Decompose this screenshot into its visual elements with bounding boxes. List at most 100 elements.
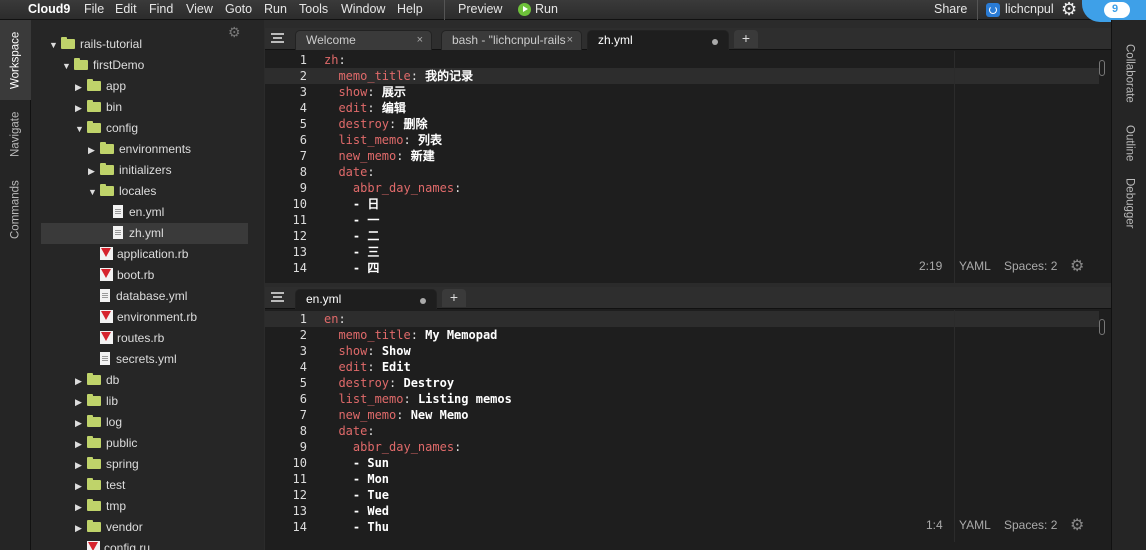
code-editor-en[interactable]: en: memo_title: My Memopad show: Show ed… [318,310,1099,542]
code-line[interactable]: - 三 [324,244,379,260]
unsaved-dot-icon[interactable] [420,298,426,304]
code-line[interactable]: show: Show [324,343,410,359]
code-line[interactable]: new_memo: 新建 [324,148,434,164]
code-line[interactable]: date: [324,164,374,180]
code-line[interactable]: edit: Edit [324,359,410,375]
tree-item[interactable]: zh.yml [41,223,248,244]
tree-item[interactable]: database.yml [88,286,187,307]
tab-menu-icon[interactable] [271,292,284,302]
tree-item[interactable]: ▼ firstDemo [62,55,144,76]
code-line[interactable]: edit: 编辑 [324,100,405,116]
indent-setting[interactable]: Spaces: 2 [1004,259,1057,273]
tree-item[interactable]: ▶ public [75,433,137,454]
caret-right-icon[interactable]: ▶ [75,371,87,392]
tree-item[interactable]: ▼ rails-tutorial [49,34,142,55]
caret-right-icon[interactable]: ▶ [75,392,87,413]
menu-run[interactable]: Run [264,2,287,16]
code-line[interactable]: - 日 [324,196,379,212]
code-line[interactable]: date: [324,423,374,439]
tree-item[interactable]: ▶ test [75,475,125,496]
tab-bash-terminal[interactable]: bash - "lichcnpul-rails × [441,30,582,50]
caret-right-icon[interactable]: ▶ [75,476,87,497]
code-line[interactable]: destroy: Destroy [324,375,454,391]
run-button[interactable]: Run [535,2,558,16]
tab-collaborate[interactable]: Collaborate [1112,28,1146,118]
menu-file[interactable]: File [84,2,104,16]
tree-item[interactable]: ▶ tmp [75,496,126,517]
code-line[interactable]: - 四 [324,260,379,276]
code-editor-zh[interactable]: zh: memo_title: 我的记录 show: 展示 edit: 编辑 d… [318,51,1099,283]
code-line[interactable]: memo_title: My Memopad [324,327,497,343]
syntax-mode[interactable]: YAML [959,259,991,273]
code-line[interactable]: zh: [324,52,346,68]
tab-en-yml[interactable]: en.yml [295,289,437,309]
editor-settings-gear-icon[interactable]: ⚙ [1070,256,1084,276]
cursor-position[interactable]: 1:4 [926,518,943,532]
syntax-mode[interactable]: YAML [959,518,991,532]
tree-item[interactable]: ▼ locales [88,181,156,202]
tree-item[interactable]: ▶ vendor [75,517,143,538]
caret-right-icon[interactable]: ▶ [75,497,87,518]
code-line[interactable]: list_memo: 列表 [324,132,442,148]
caret-right-icon[interactable]: ▶ [88,161,100,182]
run-icon[interactable] [518,3,531,16]
tree-item[interactable]: ▶ spring [75,454,139,475]
tree-item[interactable]: environment.rb [88,307,197,328]
editor-scrollbar[interactable] [1099,319,1105,335]
tree-item[interactable]: ▶ initializers [88,160,172,181]
menu-goto[interactable]: Goto [225,2,252,16]
tree-item[interactable]: secrets.yml [88,349,177,370]
caret-right-icon[interactable]: ▶ [75,455,87,476]
user-name[interactable]: lichcnpul [1005,2,1054,16]
tree-item[interactable]: ▼ config [75,118,138,139]
tree-settings-gear-icon[interactable]: ⚙ [228,24,241,41]
code-line[interactable]: show: 展示 [324,84,405,100]
tab-menu-icon[interactable] [271,33,284,43]
code-line[interactable]: new_memo: New Memo [324,407,468,423]
tree-item[interactable]: ▶ lib [75,391,118,412]
cursor-position[interactable]: 2:19 [919,259,942,273]
caret-down-icon[interactable]: ▼ [75,119,87,140]
tree-item[interactable]: ▶ log [75,412,122,433]
share-button[interactable]: Share [934,2,967,16]
caret-right-icon[interactable]: ▶ [75,434,87,455]
code-line[interactable]: abbr_day_names: [324,439,461,455]
tree-item[interactable]: ▶ db [75,370,119,391]
tab-outline[interactable]: Outline [1112,112,1146,174]
close-icon[interactable]: × [417,31,423,50]
code-line[interactable]: list_memo: Listing memos [324,391,511,407]
tab-debugger[interactable]: Debugger [1112,170,1146,236]
tree-item[interactable]: boot.rb [88,265,154,286]
code-line[interactable]: en: [324,311,346,327]
code-line[interactable]: - 一 [324,212,379,228]
user-power-icon[interactable] [986,3,1000,17]
code-line[interactable]: - Wed [324,503,389,519]
menu-tools[interactable]: Tools [299,2,328,16]
code-line[interactable]: abbr_day_names: [324,180,461,196]
add-tab-button[interactable]: + [734,30,758,48]
caret-down-icon[interactable]: ▼ [88,182,100,203]
code-line[interactable]: - Tue [324,487,389,503]
caret-right-icon[interactable]: ▶ [75,413,87,434]
tab-workspace[interactable]: Workspace [0,20,31,100]
unsaved-dot-icon[interactable] [712,39,718,45]
code-line[interactable]: - Mon [324,471,389,487]
tree-item[interactable]: routes.rb [88,328,164,349]
indent-setting[interactable]: Spaces: 2 [1004,518,1057,532]
editor-scrollbar[interactable] [1099,60,1105,76]
code-line[interactable]: - 二 [324,228,379,244]
settings-gear-icon[interactable]: ⚙ [1061,0,1077,18]
caret-down-icon[interactable]: ▼ [62,56,74,77]
tree-item[interactable]: ▶ environments [88,139,191,160]
tree-item[interactable]: ▶ app [75,76,126,97]
tree-item[interactable]: en.yml [101,202,164,223]
editor-settings-gear-icon[interactable]: ⚙ [1070,515,1084,535]
add-tab-button[interactable]: + [442,289,466,307]
tab-commands[interactable]: Commands [0,170,31,250]
code-line[interactable]: memo_title: 我的记录 [324,68,473,84]
tab-navigate[interactable]: Navigate [0,104,31,164]
preview-button[interactable]: Preview [458,2,502,16]
close-icon[interactable]: × [567,31,573,50]
menu-view[interactable]: View [186,2,213,16]
tree-item[interactable]: application.rb [88,244,188,265]
